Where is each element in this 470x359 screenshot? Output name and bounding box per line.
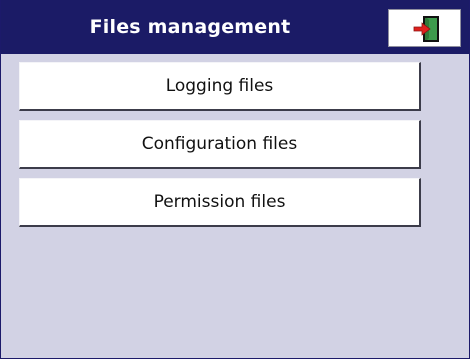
exit-door-icon <box>413 16 439 42</box>
configuration-files-button[interactable]: Configuration files <box>19 120 421 169</box>
title-bar: Files management <box>1 0 469 54</box>
exit-button[interactable] <box>388 9 461 47</box>
logging-files-button[interactable]: Logging files <box>19 62 421 111</box>
files-management-screen: Files management Logging files Configura… <box>0 0 470 359</box>
page-title: Files management <box>89 16 291 38</box>
permission-files-button[interactable]: Permission files <box>19 178 421 227</box>
